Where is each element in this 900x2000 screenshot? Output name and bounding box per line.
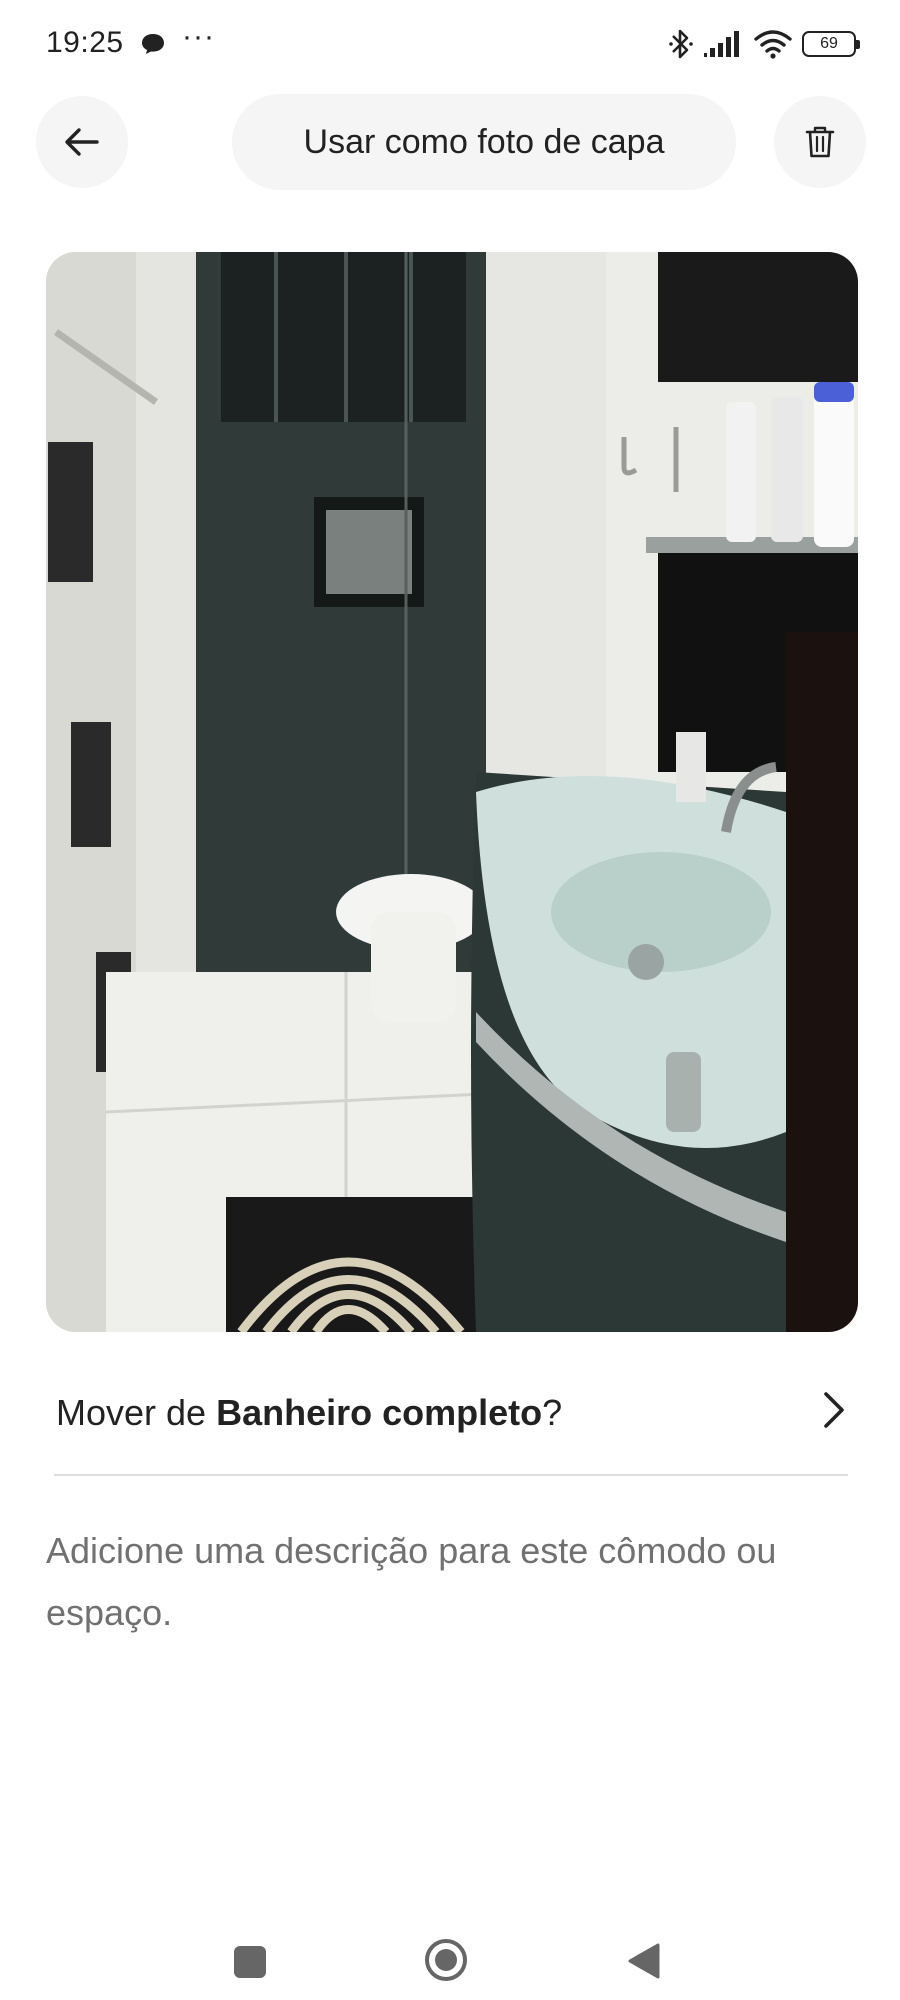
system-nav-bar <box>0 1900 900 2000</box>
room-name: Banheiro completo <box>216 1392 543 1433</box>
divider <box>54 1474 848 1476</box>
wifi-icon <box>754 30 792 59</box>
status-bar: 19:25 ··· 69 <box>0 0 900 90</box>
move-suffix: ? <box>542 1392 563 1433</box>
arrow-left-icon <box>65 128 99 156</box>
battery-indicator: 69 <box>802 31 860 57</box>
bathroom-photo-image <box>46 252 858 1332</box>
triangle-back-icon[interactable] <box>626 1942 660 1980</box>
bathroom-photo[interactable] <box>46 252 858 1332</box>
chat-bubble-icon <box>142 34 164 54</box>
move-prefix: Mover de <box>56 1392 217 1433</box>
circle-icon[interactable] <box>424 1938 468 1982</box>
description-field[interactable]: Adicione uma descrição para este cômodo … <box>46 1520 846 1644</box>
status-more-icon: ··· <box>182 20 215 53</box>
square-icon[interactable] <box>234 1946 266 1978</box>
status-time: 19:25 <box>46 26 124 59</box>
delete-photo-button[interactable] <box>774 96 866 188</box>
signal-icon <box>704 31 739 57</box>
move-room-text: Mover de Banheiro completo? <box>56 1392 562 1434</box>
use-as-cover-button[interactable]: Usar como foto de capa <box>232 94 736 190</box>
status-icons: 69 <box>668 24 860 64</box>
trash-icon <box>805 126 835 158</box>
bluetooth-icon <box>669 29 693 59</box>
chevron-right-icon <box>824 1392 844 1428</box>
back-button[interactable] <box>36 96 128 188</box>
move-room-row[interactable]: Mover de Banheiro completo? <box>54 1380 854 1450</box>
